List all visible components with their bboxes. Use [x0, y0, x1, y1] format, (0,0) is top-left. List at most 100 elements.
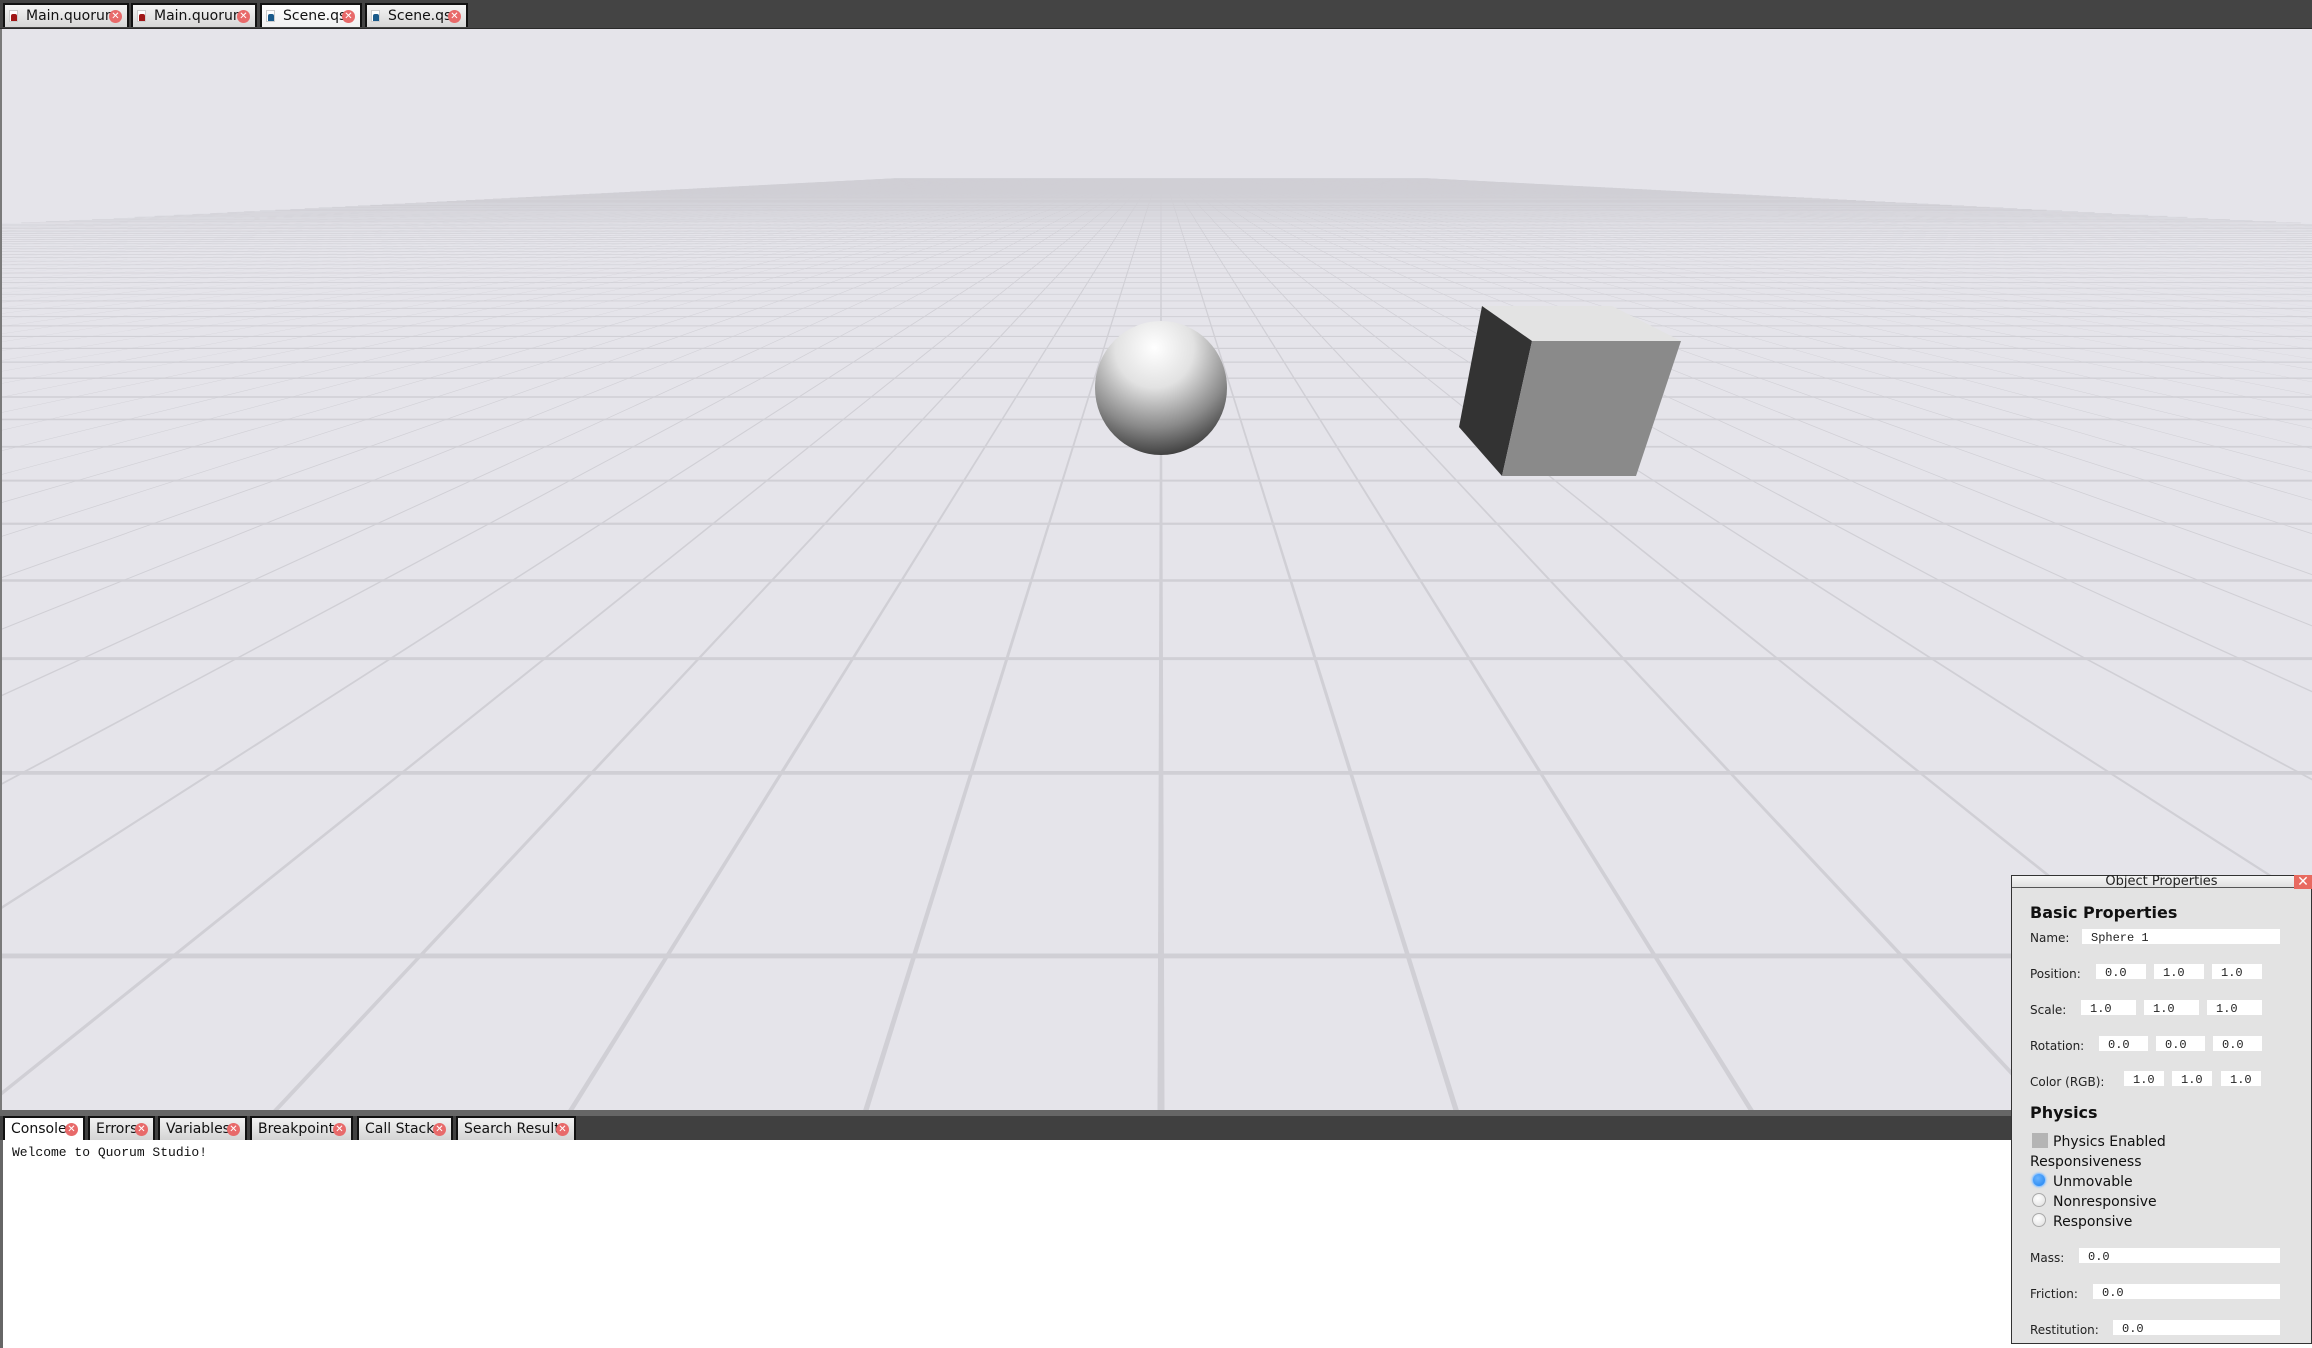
close-tab-icon[interactable]: ✕ [556, 1123, 569, 1136]
tab-search-results[interactable]: Search Results ✕ [456, 1116, 576, 1140]
grid-line-vertical [2, 178, 933, 234]
grid-line-vertical [2, 178, 1094, 398]
scale-x-field[interactable]: 1.0 [2081, 1000, 2136, 1015]
tab-label: Main.quorum [154, 8, 247, 24]
tab-breakpoints[interactable]: Breakpoints ✕ [250, 1116, 353, 1140]
scale-y-field[interactable]: 1.0 [2144, 1000, 2199, 1015]
mass-label: Mass: [2030, 1251, 2065, 1265]
rotation-z-field[interactable]: 0.0 [2213, 1036, 2262, 1051]
grid-line-vertical [2, 178, 962, 245]
grid-line-vertical [1157, 178, 1165, 1110]
editor-tab-main-quorum-2[interactable]: Main.quorum ✕ [131, 3, 257, 27]
console-line: Welcome to Quorum Studio! [12, 1145, 208, 1160]
grid-line-vertical [2, 178, 912, 228]
radio-responsive[interactable] [2032, 1213, 2046, 1227]
tab-variables[interactable]: Variables ✕ [158, 1116, 247, 1140]
grid-line-vertical [2, 178, 1060, 320]
basic-properties-heading: Basic Properties [2030, 903, 2178, 922]
editor-tab-scene-qs-2[interactable]: Scene.qs ✕ [365, 3, 468, 27]
position-x-field[interactable]: 0.0 [2096, 964, 2146, 979]
friction-label: Friction: [2030, 1287, 2078, 1301]
physics-enabled-label: Physics Enabled [2053, 1134, 2166, 1150]
grid-line-vertical [2, 178, 907, 227]
tab-label: Scene.qs [283, 8, 347, 24]
cube-front-face [1502, 341, 1681, 476]
grid-line-vertical [2, 178, 950, 240]
close-tab-icon[interactable]: ✕ [227, 1123, 240, 1136]
position-label: Position: [2030, 967, 2081, 981]
grid-line-vertical [2, 178, 967, 246]
restitution-field[interactable]: 0.0 [2113, 1320, 2280, 1335]
close-icon[interactable]: ✕ [2294, 875, 2312, 889]
grid-line-vertical [2, 178, 920, 231]
rotation-x-field[interactable]: 0.0 [2099, 1036, 2148, 1051]
grid-line-vertical [2, 178, 1085, 372]
panel-title-bar[interactable]: Object Properties ✕ [2012, 875, 2312, 889]
radio-unmovable[interactable] [2032, 1173, 2046, 1187]
grid-line-vertical [273, 178, 1149, 1110]
sphere-object[interactable] [1095, 321, 1227, 455]
grid-line-vertical [2, 178, 1056, 314]
close-tab-icon[interactable]: ✕ [342, 10, 355, 23]
physics-heading: Physics [2030, 1103, 2098, 1122]
grid-line-vertical [863, 178, 1158, 1110]
close-tab-icon[interactable]: ✕ [237, 10, 250, 23]
cube-object[interactable] [1459, 306, 1681, 476]
name-field[interactable]: Sphere 1 [2082, 929, 2280, 944]
color-b-field[interactable]: 1.0 [2221, 1071, 2261, 1086]
close-tab-icon[interactable]: ✕ [135, 1123, 148, 1136]
close-tab-icon[interactable]: ✕ [109, 10, 122, 23]
tab-label: Variables [166, 1121, 230, 1137]
scale-z-field[interactable]: 1.0 [2207, 1000, 2262, 1015]
position-y-field[interactable]: 1.0 [2154, 964, 2204, 979]
color-r-field[interactable]: 1.0 [2124, 1071, 2164, 1086]
tab-label: Scene.qs [388, 8, 452, 24]
console-output[interactable]: Welcome to Quorum Studio! [0, 1140, 2312, 1348]
scene-canvas[interactable] [2, 29, 2312, 1110]
close-tab-icon[interactable]: ✕ [448, 10, 461, 23]
editor-tab-scene-qs-1[interactable]: Scene.qs ✕ [260, 3, 362, 27]
radio-nonresponsive[interactable] [2032, 1193, 2046, 1207]
grid-line-vertical [2, 178, 971, 248]
friction-field[interactable]: 0.0 [2093, 1284, 2280, 1299]
grid-line-vertical [568, 178, 1153, 1110]
grid-line-vertical [2, 178, 899, 225]
tab-console[interactable]: Console ✕ [3, 1116, 85, 1140]
quorum-file-icon [137, 10, 146, 22]
color-g-field[interactable]: 1.0 [2172, 1071, 2212, 1086]
scene-viewport[interactable] [0, 29, 2312, 1110]
editor-tab-bar: Main.quorum ✕ Main.quorum ✕ Scene.qs ✕ S… [0, 0, 2312, 29]
close-tab-icon[interactable]: ✕ [433, 1123, 446, 1136]
color-label: Color (RGB): [2030, 1075, 2105, 1089]
close-tab-icon[interactable]: ✕ [333, 1123, 346, 1136]
scene-file-icon [371, 10, 380, 22]
rotation-label: Rotation: [2030, 1039, 2085, 1053]
grid-line-vertical [2, 178, 992, 258]
editor-tab-main-quorum-1[interactable]: Main.quorum ✕ [3, 3, 129, 27]
grid-line-vertical [2, 178, 1102, 431]
mass-field[interactable]: 0.0 [2079, 1248, 2280, 1263]
tab-label: Search Results [464, 1121, 568, 1137]
radio-responsive-label: Responsive [2053, 1214, 2133, 1230]
grid-line-vertical [2, 178, 1064, 327]
grid-line-vertical [2, 178, 895, 224]
physics-enabled-checkbox[interactable] [2032, 1133, 2048, 1148]
close-tab-icon[interactable]: ✕ [65, 1123, 78, 1136]
grid-line-vertical [2, 178, 1001, 263]
grid-line-vertical [2, 178, 988, 256]
grid-line-vertical [2, 178, 1098, 413]
grid-line-vertical [2, 178, 1136, 785]
tab-errors[interactable]: Errors ✕ [88, 1116, 155, 1140]
tab-label: Main.quorum [26, 8, 119, 24]
grid-line-vertical [2, 178, 1119, 537]
position-z-field[interactable]: 1.0 [2212, 964, 2262, 979]
grid-line-vertical [2, 178, 1052, 308]
grid-line-vertical [2, 178, 1115, 503]
responsiveness-label: Responsiveness [2030, 1154, 2142, 1170]
grid-line-vertical [2, 178, 984, 254]
tab-call-stack[interactable]: Call Stack ✕ [357, 1116, 453, 1140]
quorum-file-icon [9, 10, 18, 22]
rotation-y-field[interactable]: 0.0 [2156, 1036, 2205, 1051]
restitution-label: Restitution: [2030, 1323, 2099, 1337]
grid-line-vertical [2, 178, 903, 226]
